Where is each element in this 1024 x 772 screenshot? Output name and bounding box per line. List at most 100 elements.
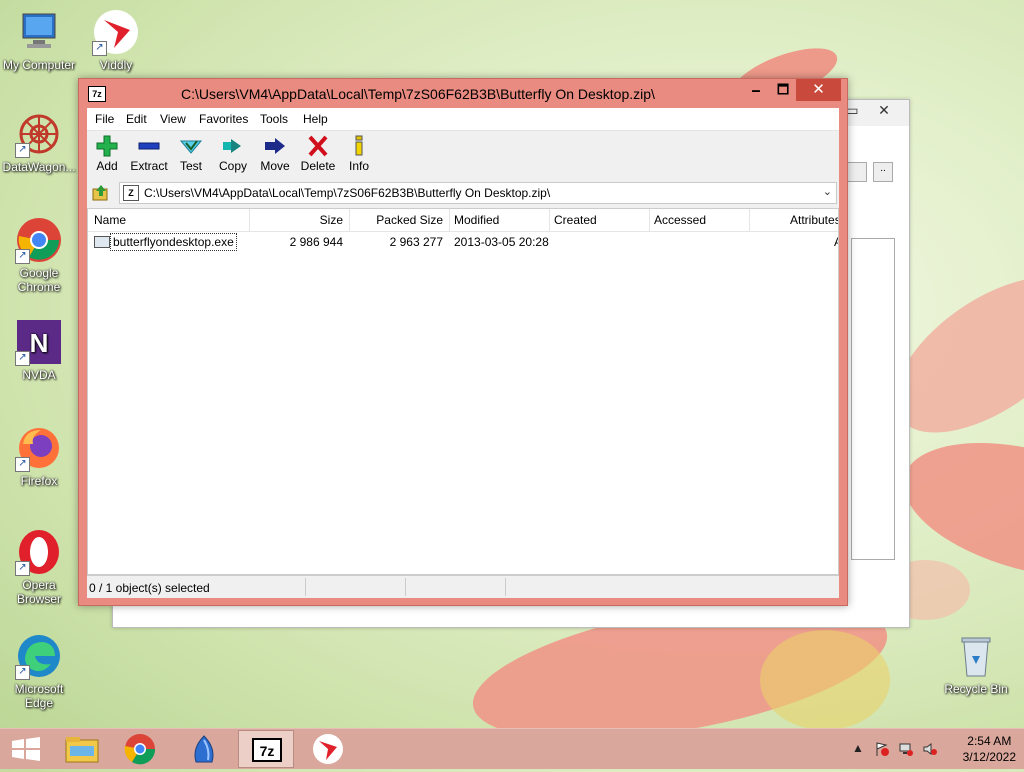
file-packed-size: 2 963 277 (389, 235, 443, 249)
column-accessed[interactable]: Accessed (654, 213, 706, 227)
close-button[interactable]: ✕ (796, 79, 841, 101)
7zip-window[interactable]: 7z C:\Users\VM4\AppData\Local\Temp\7zS06… (78, 78, 848, 606)
status-bar: 0 / 1 object(s) selected (87, 575, 839, 598)
extract-button[interactable]: Extract (129, 135, 169, 173)
taskbar-app[interactable] (176, 730, 232, 768)
desktop-icon-edge[interactable]: ↗ Microsoft Edge (0, 632, 78, 710)
add-icon (95, 135, 119, 157)
recycle-bin-icon (952, 632, 1000, 680)
extract-label: Extract (130, 159, 168, 173)
show-hidden-icons-chevron-up-icon[interactable]: ▲ (852, 741, 864, 755)
start-button[interactable] (0, 730, 56, 768)
shortcut-arrow-icon: ↗ (15, 249, 30, 264)
svg-text:N: N (30, 328, 49, 358)
title-bar[interactable]: 7z C:\Users\VM4\AppData\Local\Temp\7zS06… (79, 79, 847, 107)
menu-edit[interactable]: Edit (126, 112, 147, 126)
column-divider[interactable] (349, 209, 350, 231)
menu-bar: File Edit View Favorites Tools Help (87, 108, 839, 131)
move-label: Move (260, 159, 290, 173)
minimize-button[interactable]: 🗕 (742, 79, 770, 101)
address-bar: Z C:\Users\VM4\AppData\Local\Temp\7zS06F… (87, 180, 839, 206)
desktop-icon-recycle-bin[interactable]: Recycle Bin (937, 632, 1015, 696)
file-name[interactable]: butterflyondesktop.exe (110, 233, 237, 251)
clock[interactable]: 2:54 AM 3/12/2022 (963, 733, 1016, 765)
chevron-down-icon[interactable]: ⌄ (823, 185, 832, 198)
menu-favorites[interactable]: Favorites (199, 112, 248, 126)
address-field[interactable]: Z C:\Users\VM4\AppData\Local\Temp\7zS06F… (119, 182, 837, 204)
delete-button[interactable]: Delete (300, 135, 336, 173)
folder-icon (65, 737, 99, 763)
move-icon (263, 135, 287, 157)
folder-up-icon (92, 185, 108, 201)
desktop-icon-datawagon[interactable]: ↗ DataWagon... (0, 110, 78, 174)
menu-view[interactable]: View (160, 112, 186, 126)
column-attributes[interactable]: Attributes (790, 213, 838, 227)
network-icon[interactable] (898, 741, 914, 760)
edge-icon: ↗ (15, 632, 63, 680)
info-button[interactable]: Info (345, 135, 373, 173)
delete-label: Delete (300, 159, 336, 173)
desktop-icon-viddly[interactable]: ↗ Viddly (77, 8, 155, 72)
add-button[interactable]: Add (93, 135, 121, 173)
column-divider[interactable] (749, 209, 750, 231)
desktop-icon-my-computer[interactable]: My Computer (0, 8, 78, 72)
column-created[interactable]: Created (554, 213, 597, 227)
taskbar: 7z ▲ 2:54 AM 3/12/2022 (0, 728, 1024, 769)
nvda-icon: N ↗ (15, 318, 63, 366)
windows-logo-icon (12, 737, 40, 761)
column-divider[interactable] (549, 209, 550, 231)
volume-muted-icon[interactable] (922, 741, 938, 760)
desktop-icon-opera[interactable]: ↗ Opera Browser (0, 528, 78, 606)
column-size[interactable]: Size (288, 213, 343, 227)
clear-icon[interactable] (847, 162, 867, 182)
taskbar-7zip[interactable]: 7z (238, 730, 294, 768)
up-folder-button[interactable] (91, 183, 111, 203)
menu-tools[interactable]: Tools (260, 112, 288, 126)
taskbar-chrome[interactable] (112, 730, 168, 768)
maximize-button[interactable]: 🗖 (769, 79, 797, 101)
clock-time: 2:54 AM (967, 734, 1012, 748)
column-divider[interactable] (449, 209, 450, 231)
clock-date: 3/12/2022 (962, 750, 1016, 764)
desktop-icon-label: Google Chrome (17, 266, 61, 294)
close-button[interactable]: ✕ (869, 102, 899, 120)
action-center-flag-icon[interactable] (874, 741, 890, 760)
menu-help[interactable]: Help (303, 112, 328, 126)
desktop-icon-chrome[interactable]: ↗ Google Chrome (0, 216, 78, 294)
shortcut-arrow-icon: ↗ (92, 41, 107, 56)
taskbar-viddly[interactable] (300, 730, 356, 768)
opera-icon: ↗ (15, 528, 63, 576)
file-list[interactable]: Name Size Packed Size Modified Created A… (87, 208, 839, 575)
column-packed-size[interactable]: Packed Size (358, 213, 443, 227)
browse-button[interactable]: .. (873, 162, 893, 182)
add-label: Add (96, 159, 118, 173)
column-divider[interactable] (649, 209, 650, 231)
extract-icon (137, 135, 161, 157)
table-row[interactable]: butterflyondesktop.exe 2 986 944 2 963 2… (88, 233, 838, 251)
column-name[interactable]: Name (94, 213, 126, 227)
desktop-icon-label: Viddly (99, 58, 133, 72)
shortcut-arrow-icon: ↗ (15, 457, 30, 472)
desktop-icon-label: NVDA (22, 368, 56, 382)
window-title: C:\Users\VM4\AppData\Local\Temp\7zS06F62… (181, 86, 655, 102)
move-button[interactable]: Move (259, 135, 291, 173)
desktop-icon-nvda[interactable]: N ↗ NVDA (0, 318, 78, 382)
desktop-icon-label: Firefox (20, 474, 58, 488)
desktop-icon-label: Microsoft Edge (14, 682, 64, 710)
column-divider[interactable] (249, 209, 250, 231)
shortcut-arrow-icon: ↗ (15, 143, 30, 158)
menu-file[interactable]: File (95, 112, 114, 126)
exe-file-icon (94, 236, 110, 248)
file-size: 2 986 944 (289, 235, 343, 249)
desktop-icon-label: Recycle Bin (944, 682, 1008, 696)
list-header: Name Size Packed Size Modified Created A… (88, 209, 838, 232)
taskbar-file-explorer[interactable] (54, 730, 110, 768)
column-modified[interactable]: Modified (454, 213, 499, 227)
copy-button[interactable]: Copy (217, 135, 249, 173)
desktop-icon-firefox[interactable]: ↗ Firefox (0, 424, 78, 488)
datawagon-icon: ↗ (15, 110, 63, 158)
toolbar: Add Extract Test Copy Move Delete Info (87, 131, 839, 179)
address-path: C:\Users\VM4\AppData\Local\Temp\7zS06F62… (144, 186, 551, 200)
viddly-icon: ↗ (92, 8, 140, 56)
test-button[interactable]: Test (177, 135, 205, 173)
